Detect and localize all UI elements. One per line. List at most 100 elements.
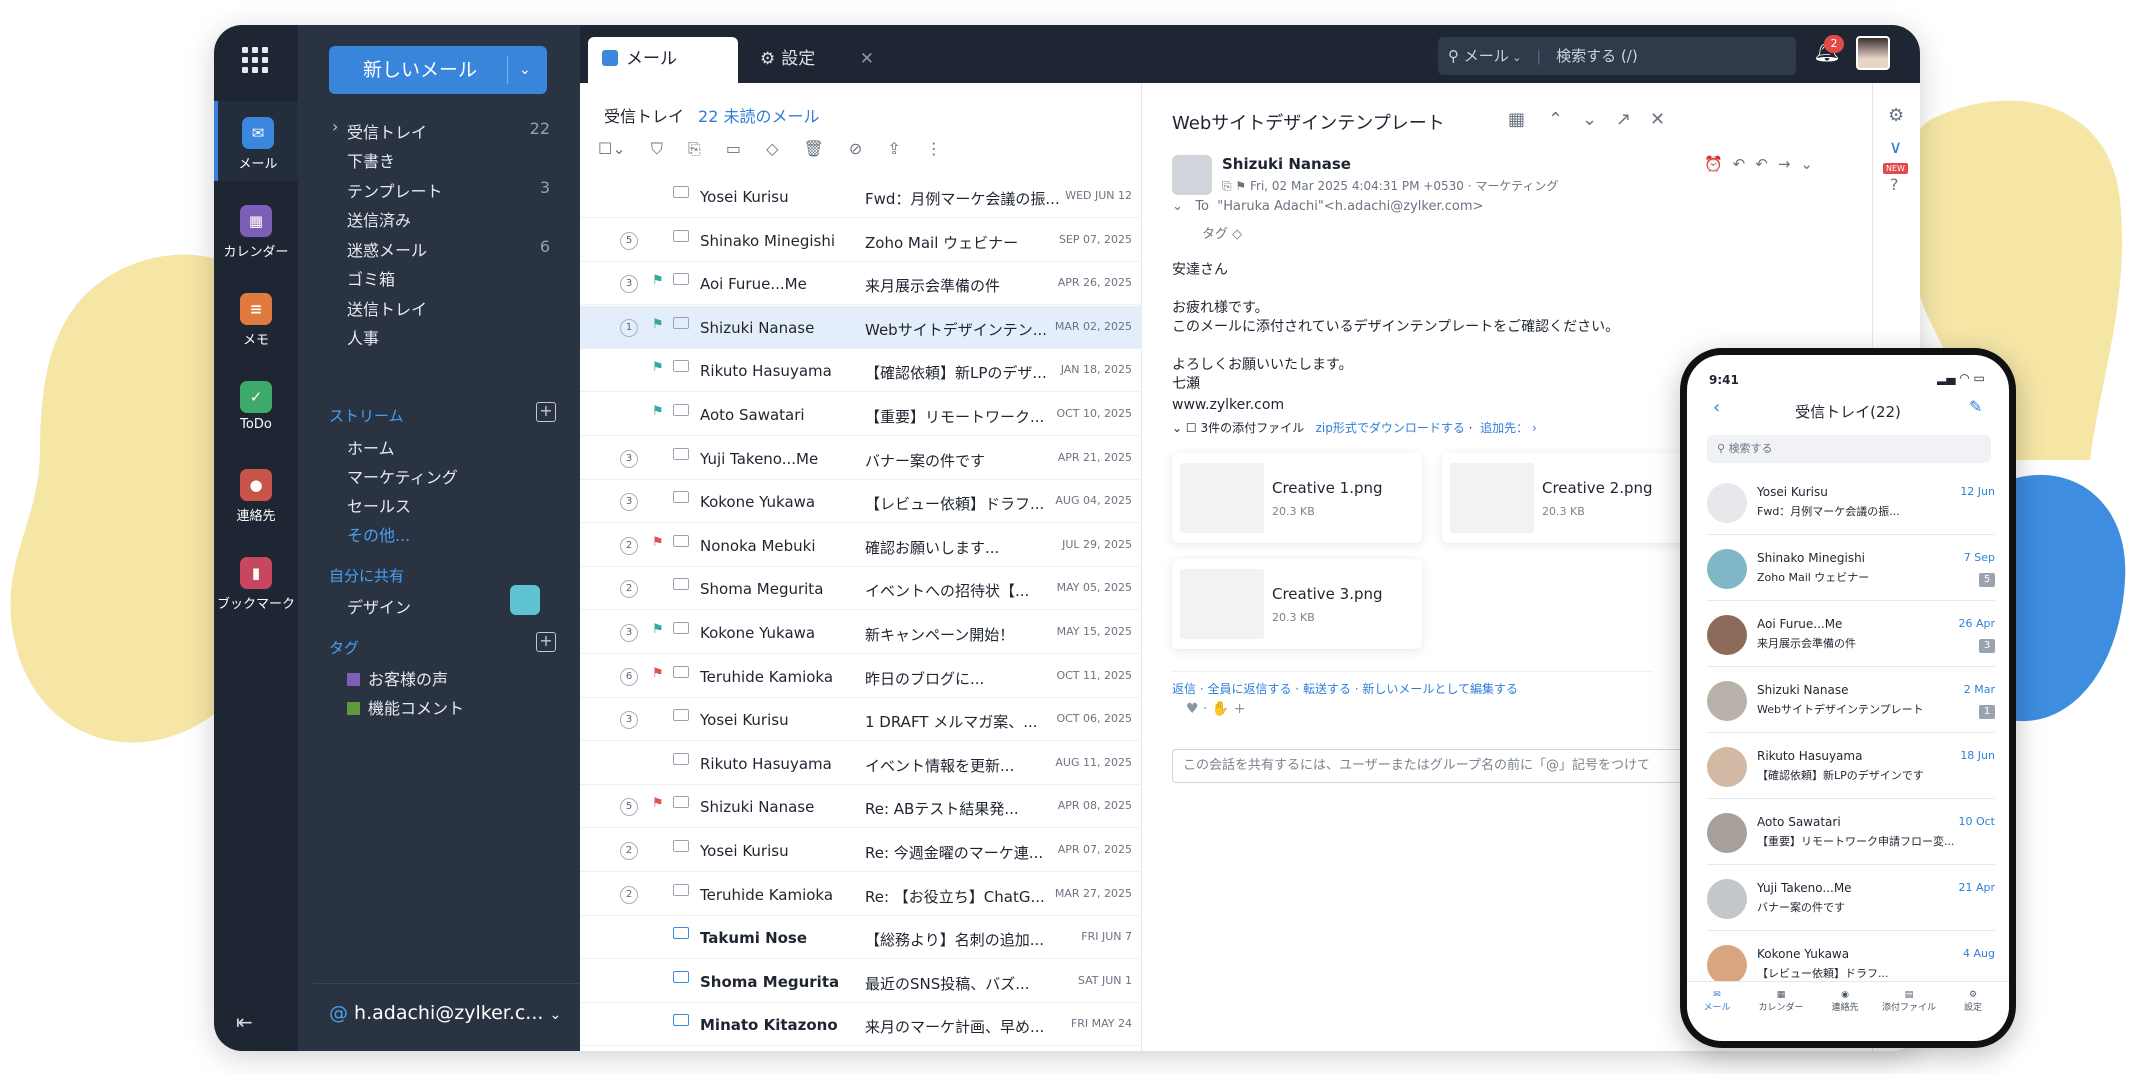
phone-title[interactable]: 受信トレイ(22) <box>1687 401 2009 422</box>
rail-bookmarks[interactable]: ▮ ブックマーク <box>214 541 298 621</box>
phone-search-input[interactable]: ⚲ 検索する <box>1707 435 1991 463</box>
table-row[interactable]: 3 Yosei Kurisu 1 DRAFT メルマガ案、... OCT 06, 20… <box>580 698 1142 742</box>
tag-customer-voice[interactable]: お客様の声 <box>347 666 448 690</box>
stream-sales[interactable]: セールス <box>347 493 411 517</box>
list-item[interactable]: Shinako Minegishi Zoho Mail ウェビナー 7 Sep 5 <box>1707 537 1995 601</box>
gear-icon[interactable]: ⚙ <box>1888 105 1904 126</box>
account-switcher[interactable]: @ h.adachi@zylker.c... ⌄ <box>313 983 580 1024</box>
phone-tab-mail[interactable]: ✉ メール <box>1693 990 1741 1013</box>
trash-icon[interactable]: 🗑︎ <box>803 139 823 158</box>
zia-icon[interactable]: ∨ <box>1889 137 1902 158</box>
chevron-down-icon[interactable]: ⌄ <box>1582 109 1597 130</box>
table-row[interactable]: Shoma Megurita 最近のSNS投稿、バズ... SAT JUN 1 <box>580 960 1142 1003</box>
new-mail-button[interactable]: 新しいメール ⌄ <box>329 46 547 94</box>
list-item[interactable]: Shizuki Nanase Webサイトデザインテンプレート 2 Mar 1 <box>1707 669 1995 733</box>
folder-sent[interactable]: 送信済み <box>347 207 411 231</box>
folder-spam[interactable]: 迷惑メール <box>347 237 427 261</box>
list-item[interactable]: Yosei Kurisu Fwd：月例マーケ会議の振... 12 Jun <box>1707 471 1995 535</box>
calendar-add-icon[interactable]: ▦ <box>1508 109 1525 130</box>
flag-icon[interactable]: ⚑ <box>652 404 664 419</box>
add-tag-icon[interactable]: + <box>536 632 556 652</box>
flag-icon[interactable]: ⚑ <box>652 360 664 375</box>
folder-templates[interactable]: テンプレート <box>347 178 443 202</box>
table-row[interactable]: 2 ⚑ Nonoka Mebuki 確認お願いします... JUL 29, 2025 <box>580 524 1142 567</box>
heart-icon[interactable]: ♥ · ✋ + <box>1186 701 1246 717</box>
phone-tab-attachments[interactable]: ▤ 添付ファイル <box>1877 990 1941 1013</box>
attachment-card[interactable]: Creative 3.png 20.3 KB <box>1172 559 1422 649</box>
flag-icon[interactable]: ⚑ <box>652 273 664 288</box>
attachment-card[interactable]: Creative 1.png 20.3 KB <box>1172 453 1422 543</box>
sender-name[interactable]: Shizuki Nanase <box>1222 155 1351 173</box>
table-row[interactable]: Takumi Nose 【総務より】名刺の追加... FRI JUN 7 <box>580 916 1142 960</box>
folder-inbox[interactable]: 受信トレイ <box>347 119 427 143</box>
table-row[interactable]: 3 ⚑ Kokone Yukawa 新キャンペーン開始！ MAY 15, 2025 <box>580 611 1142 654</box>
chevron-up-icon[interactable]: ⌃ <box>1548 109 1563 130</box>
flag-icon[interactable]: ⚑ <box>652 317 664 332</box>
rail-todo[interactable]: ✓ ToDo <box>214 365 298 445</box>
table-row[interactable]: 3 Kokone Yukawa 【レビュー依頼】ドラフ... AUG 04, 2025 <box>580 480 1142 524</box>
tab-settings[interactable]: ⚙ 設定 ✕ <box>738 37 888 83</box>
filter-icon[interactable]: ⛉ <box>651 139 663 158</box>
popout-icon[interactable]: ↗ <box>1616 109 1631 130</box>
folder-trash[interactable]: ゴミ箱 <box>347 266 395 290</box>
move-icon[interactable]: ⇪ <box>887 139 900 158</box>
reply-link[interactable]: 返信 <box>1172 682 1196 696</box>
folder-outbox[interactable]: 送信トレイ <box>347 296 427 320</box>
table-row[interactable]: 6 ⚑ Teruhide Kamioka 昨日のブログに... OCT 11, 2025 <box>580 655 1142 698</box>
phone-tab-contacts[interactable]: ◉ 連絡先 <box>1821 990 1869 1013</box>
phone-tab-calendar[interactable]: ▦ カレンダー <box>1753 990 1809 1013</box>
rail-mail[interactable]: ✉ メール <box>214 101 298 181</box>
list-item[interactable]: Yuji Takeno...Me バナー案の件です 21 Apr <box>1707 867 1995 931</box>
add-stream-icon[interactable]: + <box>536 402 556 422</box>
flag-icon[interactable]: ⚑ <box>652 666 664 681</box>
folder-hr[interactable]: 人事 <box>347 325 379 349</box>
app-launcher-icon[interactable] <box>242 47 268 73</box>
tag-row[interactable]: タグ ◇ <box>1202 223 1242 242</box>
rail-notes[interactable]: ≡ メモ <box>214 277 298 357</box>
table-row[interactable]: 3 ⚑ Aoi Furue...Me 来月展示会準備の件 APR 26, 2025 <box>580 262 1142 306</box>
close-icon[interactable]: ✕ <box>860 37 874 81</box>
shared-design[interactable]: デザイン <box>347 594 411 618</box>
flag-icon[interactable]: ⚑ <box>652 535 664 550</box>
table-row[interactable]: 2 Yosei Kurisu Re: 今週金曜のマーケ連... APR 07, 202… <box>580 829 1142 872</box>
attachment-card[interactable]: Creative 2.png 20.3 KB <box>1442 453 1692 543</box>
chevron-down-icon[interactable]: ⌄ <box>519 46 531 94</box>
list-item[interactable]: Rikuto Hasuyama 【確認依頼】新LPのデザインです 18 Jun <box>1707 735 1995 799</box>
more-icon[interactable]: ⋮ <box>926 139 942 158</box>
edit-as-new-link[interactable]: 新しいメールとして編集する <box>1362 682 1518 696</box>
stream-home[interactable]: ホーム <box>347 435 395 459</box>
table-row[interactable]: 5 ⚑ Shizuki Nanase Re: ABテスト結果発... APR 08, 2… <box>580 785 1142 829</box>
list-item[interactable]: Aoto Sawatari 【重要】リモートワーク申請フロー変... 10 Oct <box>1707 801 1995 865</box>
share-comment-input[interactable]: この会話を共有するには、ユーザーまたはグループ名の前に「@」記号をつけて <box>1172 749 1692 783</box>
table-row[interactable]: Minato Kitazono 来月のマーケ計画、早め... FRI MAY 24 <box>580 1003 1142 1047</box>
flag-icon[interactable]: ⚑ <box>652 622 664 637</box>
chevron-down-icon[interactable]: ⌄ <box>1172 421 1182 435</box>
avatar[interactable] <box>1856 36 1890 70</box>
collapse-sidebar-icon[interactable]: ⇤ <box>236 1010 253 1034</box>
table-row[interactable]: ⚑ Aoto Sawatari 【重要】リモートワーク... OCT 10, 2025 <box>580 393 1142 436</box>
rail-contacts[interactable]: ● 連絡先 <box>214 453 298 533</box>
stream-marketing[interactable]: マーケティング <box>347 464 458 488</box>
table-row[interactable]: 2 Shoma Megurita イベントへの招待状【... MAY 05, 2025 <box>580 567 1142 611</box>
table-row[interactable]: 3 Yuji Takeno...Me バナー案の件です APR 21, 2025 <box>580 437 1142 480</box>
stream-more-link[interactable]: その他... <box>347 522 410 546</box>
tab-mail[interactable]: メール <box>588 37 738 83</box>
attachment-icon[interactable]: ⎘ <box>688 139 701 158</box>
compose-icon[interactable]: ✎ <box>1969 397 1982 416</box>
forward-link[interactable]: 転送する <box>1303 682 1351 696</box>
flag-icon[interactable]: ⚑ <box>652 796 664 811</box>
folder-icon[interactable]: ▭ <box>726 139 741 158</box>
mail-actions[interactable]: ⏰↶↶→⌄ <box>1704 155 1823 173</box>
table-row[interactable]: ⚑ Rikuto Hasuyama 【確認依頼】新LPのデザ... JAN 18, 2… <box>580 349 1142 393</box>
search-input[interactable]: ⚲ メール ⌄ | 検索する (/) <box>1438 37 1796 75</box>
chevron-right-icon[interactable]: › <box>332 117 338 136</box>
table-row[interactable]: 2 Teruhide Kamioka Re: 【お役立ち】ChatG... MAR 2… <box>580 873 1142 916</box>
table-row[interactable]: Yosei Kurisu Fwd：月例マーケ会議の振... WED JUN 12 <box>580 175 1142 218</box>
help-icon[interactable]: ? <box>1890 175 1899 194</box>
phone-tab-settings[interactable]: ⚙ 設定 <box>1949 990 1997 1013</box>
table-row[interactable]: Rikuto Hasuyama イベント情報を更新... AUG 11, 2025 <box>580 742 1142 785</box>
tag-icon[interactable]: ◇ <box>766 139 778 158</box>
table-row[interactable]: 1 ⚑ Shizuki Nanase Webサイトデザインテン... MAR 02, 2… <box>580 305 1142 349</box>
reply-all-link[interactable]: 全員に返信する <box>1207 682 1291 696</box>
block-icon[interactable]: ⊘ <box>849 139 862 158</box>
